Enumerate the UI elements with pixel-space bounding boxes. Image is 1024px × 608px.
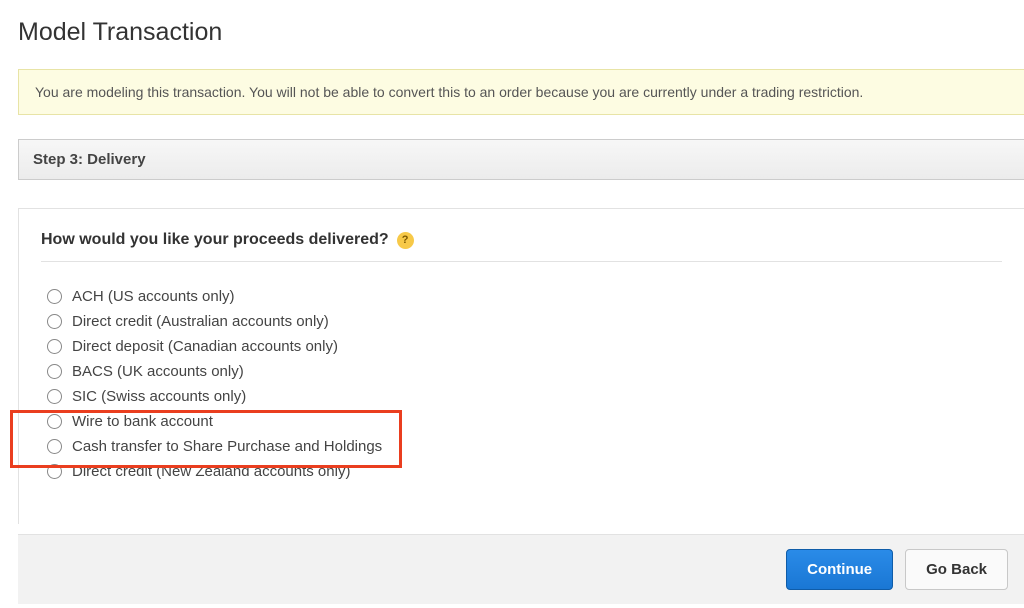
radio-icon[interactable] xyxy=(47,289,62,304)
option-direct-credit-nz[interactable]: Direct credit (New Zealand accounts only… xyxy=(41,459,1002,484)
question-text: How would you like your proceeds deliver… xyxy=(41,231,389,249)
option-label: Cash transfer to Share Purchase and Hold… xyxy=(72,438,382,455)
option-label: SIC (Swiss accounts only) xyxy=(72,388,246,405)
option-label: Direct credit (New Zealand accounts only… xyxy=(72,463,350,480)
option-bacs-uk[interactable]: BACS (UK accounts only) xyxy=(41,359,1002,384)
radio-icon[interactable] xyxy=(47,339,62,354)
option-cash-transfer[interactable]: Cash transfer to Share Purchase and Hold… xyxy=(41,434,1002,459)
option-wire[interactable]: Wire to bank account xyxy=(41,409,1002,434)
option-sic-swiss[interactable]: SIC (Swiss accounts only) xyxy=(41,384,1002,409)
delivery-card: How would you like your proceeds deliver… xyxy=(18,208,1024,524)
option-ach[interactable]: ACH (US accounts only) xyxy=(41,284,1002,309)
help-icon[interactable]: ? xyxy=(397,232,414,249)
option-label: BACS (UK accounts only) xyxy=(72,363,244,380)
trading-restriction-notice: You are modeling this transaction. You w… xyxy=(18,69,1024,115)
step-label: Step 3: Delivery xyxy=(33,151,146,168)
continue-button[interactable]: Continue xyxy=(786,549,893,590)
radio-icon[interactable] xyxy=(47,439,62,454)
footer-bar: Continue Go Back xyxy=(18,534,1024,604)
option-label: Direct credit (Australian accounts only) xyxy=(72,313,329,330)
step-header: Step 3: Delivery xyxy=(18,139,1024,180)
delivery-options: ACH (US accounts only) Direct credit (Au… xyxy=(41,284,1002,524)
option-direct-deposit-ca[interactable]: Direct deposit (Canadian accounts only) xyxy=(41,334,1002,359)
radio-icon[interactable] xyxy=(47,464,62,479)
question-row: How would you like your proceeds deliver… xyxy=(41,231,1002,262)
option-label: Direct deposit (Canadian accounts only) xyxy=(72,338,338,355)
go-back-button[interactable]: Go Back xyxy=(905,549,1008,590)
option-label: Wire to bank account xyxy=(72,413,213,430)
radio-icon[interactable] xyxy=(47,414,62,429)
page-title: Model Transaction xyxy=(18,18,1024,47)
radio-icon[interactable] xyxy=(47,389,62,404)
radio-icon[interactable] xyxy=(47,364,62,379)
radio-icon[interactable] xyxy=(47,314,62,329)
notice-text: You are modeling this transaction. You w… xyxy=(35,84,863,100)
option-direct-credit-au[interactable]: Direct credit (Australian accounts only) xyxy=(41,309,1002,334)
option-label: ACH (US accounts only) xyxy=(72,288,235,305)
